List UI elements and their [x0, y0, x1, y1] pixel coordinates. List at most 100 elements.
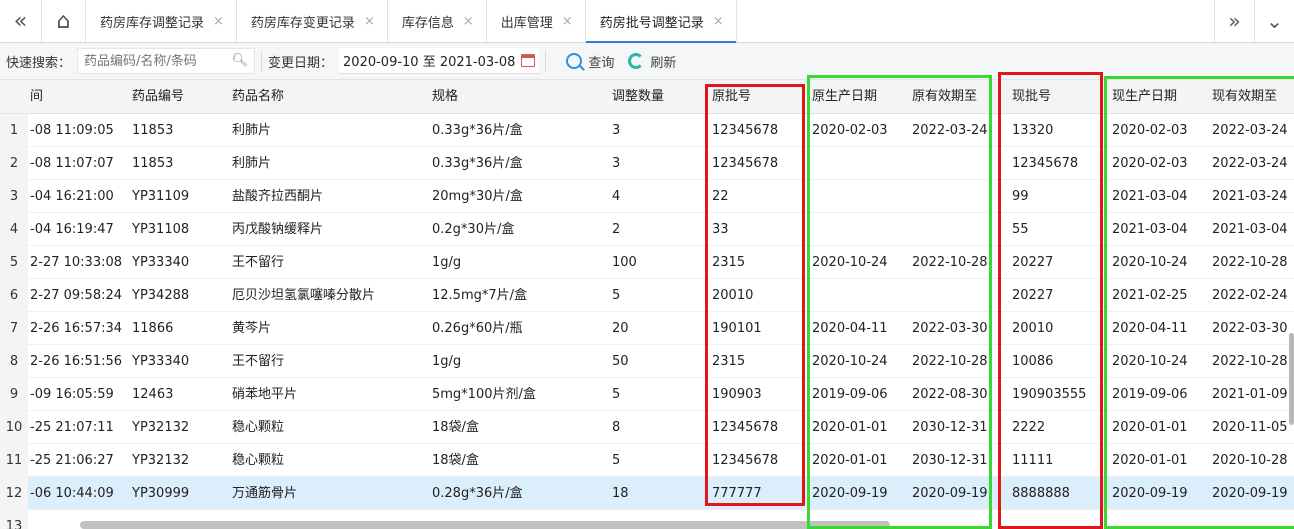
cell-old-batch: 190101 [712, 321, 762, 336]
cell-old-batch: 2315 [712, 255, 746, 270]
table-row[interactable]: 8 2-26 16:51:56 YP33340 王不留行 1g/g 50 2315 2020-… [0, 345, 1294, 378]
cell-new-prod-date: 2021-02-25 [1112, 288, 1188, 303]
cell-qty: 3 [612, 123, 621, 138]
cell-qty: 3 [612, 156, 621, 171]
cell-old-batch: 2315 [712, 354, 746, 369]
col-drug-code[interactable]: 药品编号 [132, 80, 184, 114]
search-label: 快速搜索： [6, 55, 72, 71]
cell-new-batch: 99 [1012, 189, 1029, 204]
cell-drug-code: YP34288 [132, 288, 190, 303]
row-number: 11 [0, 444, 28, 477]
toolbar: 快速搜索： 🔍︎ 变更日期： 2020-09-10 至 2021-03-08 查… [0, 43, 1294, 80]
batch-adjust-table: 间 药品编号 药品名称 规格 调整数量 原批号 原生产日期 原有效期至 现批号 … [0, 80, 1294, 529]
date-label: 变更日期： [268, 55, 334, 71]
cell-spec: 12.5mg*7片/盒 [432, 288, 528, 303]
cell-time: 2-27 10:33:08 [30, 255, 123, 270]
row-number: 1 [0, 114, 28, 147]
row-number: 5 [0, 246, 28, 279]
close-icon[interactable]: × [463, 14, 474, 29]
search-field[interactable]: 🔍︎ [77, 48, 256, 74]
cell-new-exp-date: 2020-10-28 [1212, 453, 1288, 468]
cell-new-exp-date: 2022-03-30 [1212, 321, 1288, 336]
col-new-batch[interactable]: 现批号 [1012, 80, 1051, 114]
table-row[interactable]: 12 -06 10:44:09 YP30999 万通筋骨片 0.28g*36片/盒 18 7… [0, 477, 1294, 510]
cell-spec: 1g/g [432, 255, 462, 270]
row-number: 4 [0, 213, 28, 246]
cell-new-prod-date: 2019-09-06 [1112, 387, 1188, 402]
cell-qty: 20 [612, 321, 629, 336]
row-number: 10 [0, 411, 28, 444]
table-row[interactable]: 7 2-26 16:57:34 11866 黄芩片 0.26g*60片/瓶 20 19010… [0, 312, 1294, 345]
cell-new-exp-date: 2021-03-04 [1212, 222, 1288, 237]
tab-change-record[interactable]: 药房库存变更记录 × [237, 0, 388, 42]
cell-time: -06 10:44:09 [30, 486, 114, 501]
cell-new-prod-date: 2020-04-11 [1112, 321, 1188, 336]
cell-new-batch: 2222 [1012, 420, 1046, 435]
cell-new-batch: 12345678 [1012, 156, 1079, 171]
tab-scroll-left-icon[interactable]: « [0, 0, 42, 42]
table-row[interactable]: 10 -25 21:07:11 YP32132 稳心颗粒 18袋/盒 8 12345678 2… [0, 411, 1294, 444]
refresh-icon [628, 53, 645, 69]
date-range-picker[interactable]: 2020-09-10 至 2021-03-08 [339, 48, 540, 74]
horizontal-scrollbar[interactable] [80, 521, 890, 529]
cell-spec: 18袋/盒 [432, 453, 479, 468]
tab-scroll-right-icon[interactable]: » [1214, 0, 1254, 42]
cell-new-prod-date: 2021-03-04 [1112, 189, 1188, 204]
table-row[interactable]: 1 -08 11:09:05 11853 利肺片 0.33g*36片/盒 3 1234567… [0, 114, 1294, 147]
close-icon[interactable]: × [713, 14, 724, 29]
col-new-exp-date[interactable]: 现有效期至 [1212, 80, 1277, 114]
col-old-exp-date[interactable]: 原有效期至 [912, 80, 977, 114]
col-old-batch[interactable]: 原批号 [712, 80, 751, 114]
cell-new-exp-date: 2020-09-19 [1212, 486, 1288, 501]
cell-time: -04 16:19:47 [30, 222, 114, 237]
cell-old-prod-date: 2020-01-01 [812, 453, 888, 468]
col-qty[interactable]: 调整数量 [612, 80, 664, 114]
col-drug-name[interactable]: 药品名称 [232, 80, 284, 114]
cell-qty: 18 [612, 486, 629, 501]
cell-spec: 0.26g*60片/瓶 [432, 321, 523, 336]
col-spec[interactable]: 规格 [432, 80, 458, 114]
table-row[interactable]: 9 -09 16:05:59 12463 硝苯地平片 5mg*100片剂/盒 5 19090… [0, 378, 1294, 411]
table-row[interactable]: 5 2-27 10:33:08 YP33340 王不留行 1g/g 100 2315 2020… [0, 246, 1294, 279]
chevron-down-icon[interactable]: ⌄ [1254, 0, 1294, 42]
col-new-prod-date[interactable]: 现生产日期 [1112, 80, 1177, 114]
search-icon[interactable]: 🔍︎ [232, 53, 249, 68]
cell-old-batch: 12345678 [712, 123, 779, 138]
table-row[interactable]: 3 -04 16:21:00 YP31109 盐酸齐拉西酮片 20mg*30片/盒 4 22… [0, 180, 1294, 213]
cell-old-batch: 33 [712, 222, 729, 237]
close-icon[interactable]: × [562, 14, 573, 29]
cell-new-batch: 13320 [1012, 123, 1054, 138]
cell-time: -08 11:09:05 [30, 123, 114, 138]
refresh-button[interactable]: 刷新 [628, 52, 676, 71]
cell-drug-code: YP31109 [132, 189, 190, 204]
cell-new-exp-date: 2022-10-28 [1212, 255, 1288, 270]
cell-time: -04 16:21:00 [30, 189, 114, 204]
tab-stock-info[interactable]: 库存信息 × [388, 0, 487, 42]
vertical-scrollbar[interactable] [1289, 333, 1294, 425]
table-row[interactable]: 2 -08 11:07:07 11853 利肺片 0.33g*36片/盒 3 1234567… [0, 147, 1294, 180]
close-icon[interactable]: × [364, 14, 375, 29]
col-old-prod-date[interactable]: 原生产日期 [812, 80, 877, 114]
cell-new-batch: 20227 [1012, 288, 1054, 303]
cell-drug-name: 丙戊酸钠缓释片 [232, 222, 324, 237]
tab-batch-adjust-record[interactable]: 药房批号调整记录 × [585, 0, 737, 43]
calendar-icon[interactable] [521, 54, 536, 67]
close-icon[interactable]: × [213, 14, 224, 29]
cell-new-batch: 20010 [1012, 321, 1054, 336]
cell-drug-code: YP32132 [132, 453, 190, 468]
tab-outbound[interactable]: 出库管理 × [487, 0, 586, 42]
cell-drug-name: 利肺片 [232, 123, 272, 138]
cell-drug-name: 利肺片 [232, 156, 272, 171]
col-time[interactable]: 间 [30, 80, 43, 114]
cell-time: -09 16:05:59 [30, 387, 114, 402]
query-button[interactable]: 查询 [566, 52, 614, 71]
table-row[interactable]: 4 -04 16:19:47 YP31108 丙戊酸钠缓释片 0.2g*30片/盒 2 33… [0, 213, 1294, 246]
cell-qty: 100 [612, 255, 637, 270]
table-row[interactable]: 6 2-27 09:58:24 YP34288 厄贝沙坦氢氯噻嗪分散片 12.5mg*7… [0, 279, 1294, 312]
cell-qty: 4 [612, 189, 621, 204]
cell-drug-name: 黄芩片 [232, 321, 272, 336]
home-icon[interactable]: ⌂ [42, 0, 86, 42]
tab-adjust-record[interactable]: 药房库存调整记录 × [86, 0, 237, 42]
search-input[interactable] [84, 53, 225, 69]
table-row[interactable]: 11 -25 21:06:27 YP32132 稳心颗粒 18袋/盒 5 12345678 2… [0, 444, 1294, 477]
